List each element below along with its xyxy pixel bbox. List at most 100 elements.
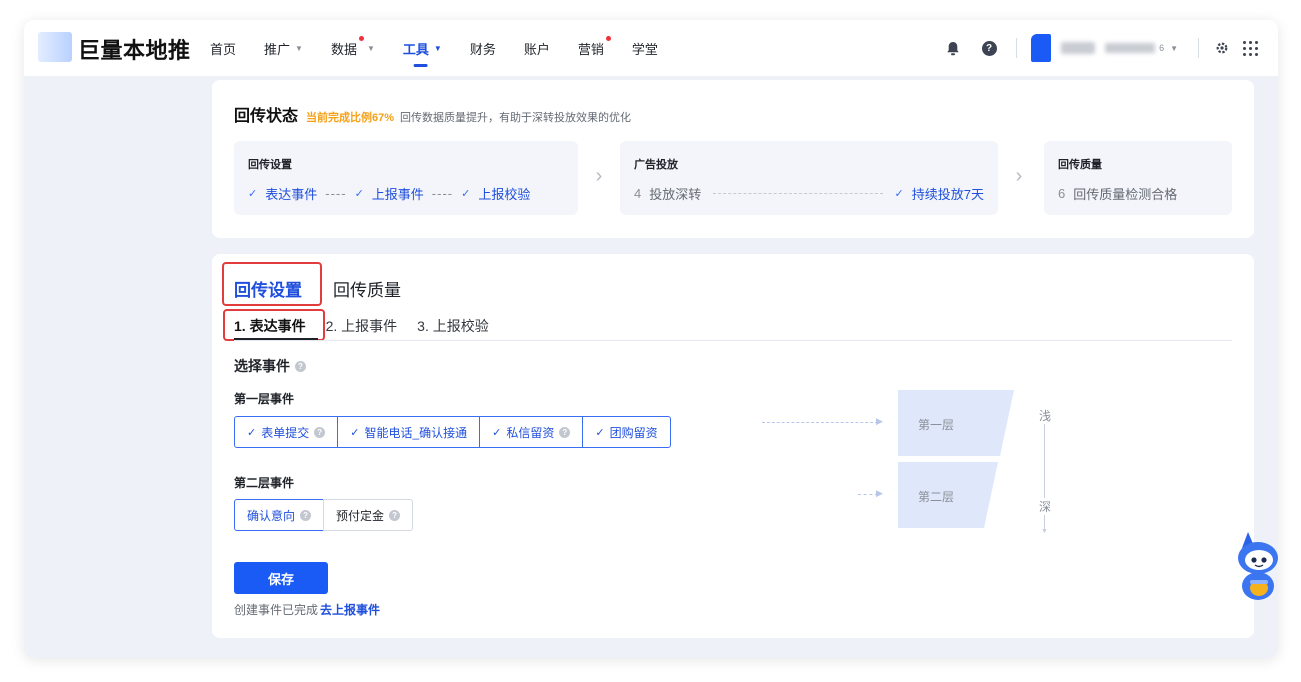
help-icon[interactable]: ? <box>980 39 998 57</box>
help-icon[interactable]: ? <box>295 360 306 372</box>
help-icon[interactable]: ? <box>389 509 401 521</box>
stage-steps: 4 投放深转 ✓ 持续投放7天 <box>634 184 984 203</box>
account-switcher[interactable]: 6 ▼ <box>1031 34 1178 62</box>
stage-return-quality: 回传质量 6 回传质量检测合格 <box>1044 141 1232 215</box>
divider <box>1198 38 1199 58</box>
event-chip-label: 私信留资 <box>506 425 555 440</box>
event-chip-confirm-intent[interactable]: 确认意向 ? <box>234 499 325 531</box>
funnel-diagram <box>898 390 1014 528</box>
step-label: 回传质量检测合格 <box>1073 187 1178 202</box>
return-settings-card: 回传设置 回传质量 1. 表达事件 2. 上报事件 3. 上报校验 选择事件 ?… <box>212 254 1254 638</box>
chevron-down-icon: ▼ <box>433 43 442 53</box>
event-chip-label: 智能电话_确认接通 <box>364 425 468 440</box>
nav-item-marketing[interactable]: 营销 <box>577 20 611 76</box>
level1-event-group: ✓ 表单提交 ? ✓ 智能电话_确认接通 ✓ 私信留资 ? ✓ 团购留资 <box>234 416 671 448</box>
nav-item-label-wrap: 营销 <box>577 35 611 58</box>
event-chip-smart-call-connected[interactable]: ✓ 智能电话_确认接通 <box>337 416 481 448</box>
completion-ratio: 当前完成比例67% <box>306 112 395 124</box>
step-label: 上报校验 <box>478 187 531 202</box>
nav-item-label: 推广 <box>264 41 291 57</box>
nav-item-label: 工具 <box>402 41 429 57</box>
brand-name: 巨量本地推 <box>78 38 191 63</box>
chevron-right-icon: › <box>595 165 603 187</box>
main-nav: 首页 推广 ▼ 数据 ▼ 工具 ▼ 财务 账户 营销 学堂 <box>210 20 686 76</box>
chevron-down-icon: ▼ <box>366 43 375 53</box>
account-suffix: 6 <box>1159 43 1165 53</box>
tab-return-quality[interactable]: 回传质量 <box>333 276 401 301</box>
section-title-label: 选择事件 <box>234 358 290 374</box>
stage-name: 回传质量 <box>1058 159 1102 171</box>
check-icon: ✓ <box>461 188 471 200</box>
axis-deep-label: 深 <box>1039 498 1052 515</box>
arrow-down-icon: ▼ <box>1041 528 1048 535</box>
nav-item-data[interactable]: 数据 ▼ <box>331 20 375 76</box>
notification-dot-icon <box>605 35 611 41</box>
funnel-layer1-label: 第一层 <box>918 418 955 432</box>
event-chip-group-buy-lead[interactable]: ✓ 团购留资 <box>582 416 671 448</box>
settings-icon[interactable] <box>1213 39 1231 57</box>
step-number: 4 <box>634 186 642 201</box>
nav-item-finance[interactable]: 财务 <box>470 20 496 76</box>
check-icon: ✓ <box>595 426 605 439</box>
axis-shallow-label: 浅 <box>1039 407 1052 424</box>
check-icon: ✓ <box>350 426 360 439</box>
check-icon: ✓ <box>894 188 904 200</box>
check-icon: ✓ <box>248 188 258 200</box>
stage-steps: ✓ 表达事件 ---- ✓ 上报事件 ---- ✓ 上报校验 <box>248 184 564 203</box>
status-header: 回传状态 当前完成比例67% 回传数据质量提升，有助于深转投放效果的优化 <box>234 102 631 126</box>
subtabs: 1. 表达事件 2. 上报事件 3. 上报校验 <box>234 316 509 336</box>
status-description: 回传数据质量提升，有助于深转投放效果的优化 <box>400 112 632 124</box>
dashed-arrow <box>858 494 878 495</box>
return-status-card: 回传状态 当前完成比例67% 回传数据质量提升，有助于深转投放效果的优化 回传设… <box>212 80 1254 238</box>
chevron-down-icon: ▼ <box>295 43 303 53</box>
help-icon[interactable]: ? <box>300 509 312 521</box>
nav-item-label-wrap: 数据 <box>330 35 364 58</box>
level2-label: 第二层事件 <box>234 476 295 490</box>
arrow-right-icon: ▶ <box>876 488 883 498</box>
step-label: 上报事件 <box>371 187 424 202</box>
brand-logo-icon <box>38 32 72 62</box>
top-nav: 巨量本地推 首页 推广 ▼ 数据 ▼ 工具 ▼ 财务 账户 营销 学堂 ? 6 … <box>24 20 1278 76</box>
nav-item-tools[interactable]: 工具 ▼ <box>403 20 442 76</box>
stage-steps: 6 回传质量检测合格 <box>1058 184 1218 203</box>
subtab-report-verify[interactable]: 3. 上报校验 <box>417 316 489 336</box>
step-label: 持续投放7天 <box>911 187 984 202</box>
hint-text: 创建事件已完成 <box>234 603 319 617</box>
nav-item-label: 账户 <box>523 41 550 57</box>
step-label: 表达事件 <box>265 187 318 202</box>
assistant-mascot-icon[interactable] <box>1234 528 1278 606</box>
apps-grid-icon[interactable] <box>1243 40 1258 56</box>
subtab-express-event[interactable]: 1. 表达事件 <box>234 316 306 336</box>
nav-item-home[interactable]: 首页 <box>210 20 236 76</box>
help-icon[interactable]: ? <box>314 426 326 438</box>
tab-return-settings[interactable]: 回传设置 <box>234 276 302 301</box>
nav-item-label: 学堂 <box>631 41 658 57</box>
funnel-layer2-label: 第二层 <box>918 490 955 504</box>
go-report-event-link[interactable]: 去上报事件 <box>320 603 380 617</box>
level1-label: 第一层事件 <box>234 392 295 406</box>
event-chip-form-submit[interactable]: ✓ 表单提交 ? <box>234 416 339 448</box>
stage-name: 广告投放 <box>634 159 678 171</box>
event-chip-dm-lead[interactable]: ✓ 私信留资 ? <box>479 416 584 448</box>
help-icon[interactable]: ? <box>559 426 571 438</box>
step-connector <box>713 193 883 194</box>
nav-item-label: 财务 <box>469 41 496 57</box>
subtab-report-event[interactable]: 2. 上报事件 <box>326 316 398 336</box>
event-chip-label: 表单提交 <box>261 425 310 440</box>
step-separator: ---- <box>431 186 454 201</box>
section-title: 选择事件 ? <box>234 356 306 376</box>
nav-item-label: 营销 <box>577 41 604 57</box>
stage-ad-delivery: 广告投放 4 投放深转 ✓ 持续投放7天 <box>620 141 998 215</box>
nav-item-account[interactable]: 账户 <box>524 20 550 76</box>
arrow-right-icon: ▶ <box>876 416 883 426</box>
bell-icon[interactable] <box>944 39 962 57</box>
chevron-right-icon: › <box>1015 165 1023 187</box>
nav-item-label: 数据 <box>330 41 357 57</box>
save-button[interactable]: 保存 <box>234 562 328 594</box>
check-icon: ✓ <box>354 188 364 200</box>
completion-hint: 创建事件已完成 去上报事件 <box>234 601 380 618</box>
nav-item-promotion[interactable]: 推广 ▼ <box>264 20 303 76</box>
nav-item-academy[interactable]: 学堂 <box>632 20 658 76</box>
event-chip-prepay-deposit[interactable]: 预付定金 ? <box>323 499 414 531</box>
event-chip-label: 团购留资 <box>609 425 658 440</box>
